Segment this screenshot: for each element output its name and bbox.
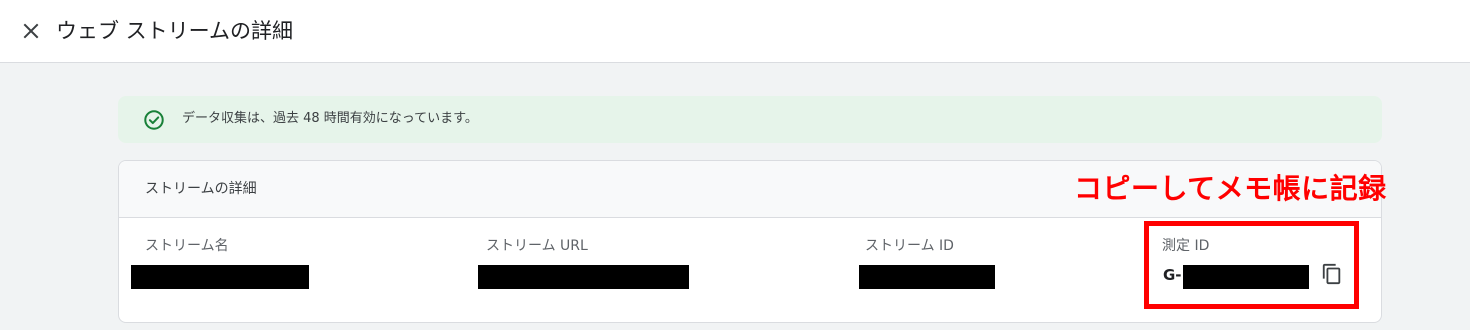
annotation-text: コピーしてメモ帳に記録	[1074, 172, 1387, 205]
top-bar: ウェブ ストリームの詳細	[0, 0, 1470, 63]
check-circle-icon	[144, 110, 164, 130]
stream-url-value-redacted	[478, 265, 689, 289]
card-title: ストリームの詳細	[145, 181, 257, 197]
stream-id-value-redacted	[859, 265, 995, 289]
measurement-id-value-redacted	[1183, 265, 1309, 289]
close-icon	[23, 23, 39, 39]
copy-icon	[1322, 263, 1341, 285]
stream-name-label: ストリーム名	[145, 238, 229, 254]
close-button[interactable]	[16, 16, 46, 46]
measurement-id-label: 測定 ID	[1162, 238, 1210, 254]
stream-name-value-redacted	[131, 265, 309, 289]
stream-url-label: ストリーム URL	[486, 238, 588, 254]
copy-measurement-id-button[interactable]	[1319, 261, 1345, 287]
page-title: ウェブ ストリームの詳細	[56, 19, 294, 43]
stream-id-label: ストリーム ID	[865, 238, 954, 254]
banner-text: データ収集は、過去 48 時間有効になっています。	[182, 111, 478, 126]
measurement-id-prefix: G-	[1163, 266, 1182, 284]
status-banner: データ収集は、過去 48 時間有効になっています。	[118, 96, 1382, 143]
